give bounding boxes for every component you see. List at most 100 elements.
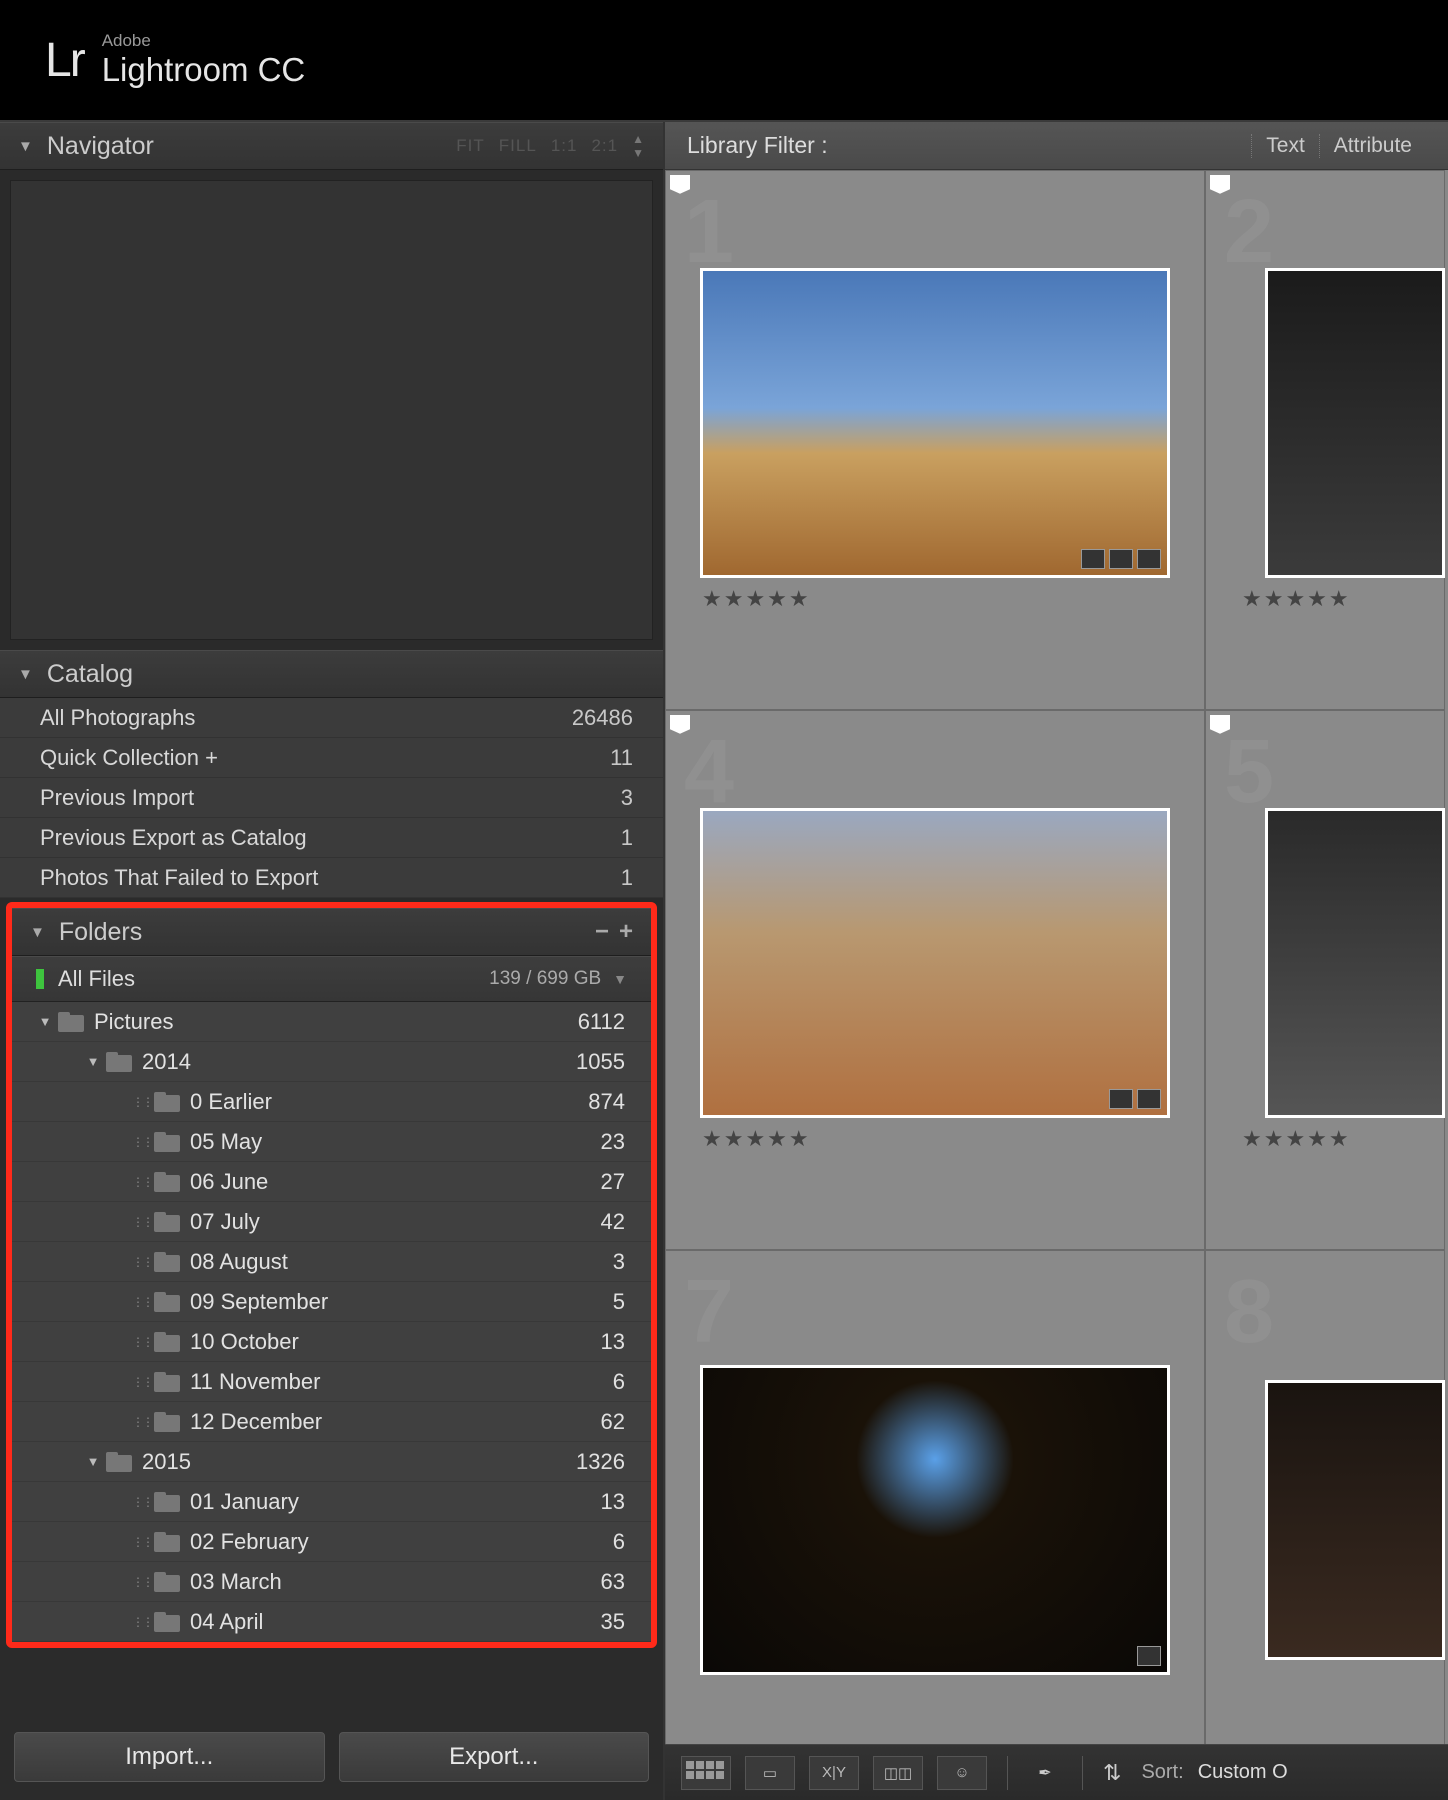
drag-handle-icon[interactable]: ⋮⋮ [132,1255,150,1269]
drag-handle-icon[interactable]: ⋮⋮ [132,1175,150,1189]
drag-handle-icon[interactable]: ⋮⋮ [132,1415,150,1429]
grid-cell[interactable]: 5 ★★★★★ [1205,710,1445,1250]
drag-handle-icon[interactable]: ⋮⋮ [132,1495,150,1509]
chevron-down-icon[interactable]: ▼ [613,971,627,987]
badge-icon[interactable] [1109,549,1133,569]
chevron-down-icon[interactable]: ▼ [36,1014,54,1029]
grid-cell[interactable]: 7 [665,1250,1205,1744]
folder-row[interactable]: ⋮⋮10 October13 [12,1322,651,1362]
catalog-item[interactable]: All Photographs 26486 [0,698,663,738]
chevron-down-icon[interactable]: ▼ [84,1454,102,1469]
drag-handle-icon[interactable]: ⋮⋮ [132,1615,150,1629]
folder-count: 874 [588,1089,625,1115]
badge-icon[interactable] [1109,1089,1133,1109]
view-grid-button[interactable] [681,1756,731,1790]
folder-row[interactable]: ⋮⋮11 November6 [12,1362,651,1402]
catalog-item[interactable]: Previous Import 3 [0,778,663,818]
rating-stars[interactable]: ★★★★★ [702,586,811,612]
folder-row[interactable]: ⋮⋮08 August3 [12,1242,651,1282]
folder-row[interactable]: ▼20141055 [12,1042,651,1082]
folder-row[interactable]: ⋮⋮09 September5 [12,1282,651,1322]
catalog-item-label: Photos That Failed to Export [40,865,318,891]
drag-handle-icon[interactable]: ⋮⋮ [132,1295,150,1309]
view-survey-button[interactable]: ◫◫ [873,1756,923,1790]
zoom-fill[interactable]: FILL [499,136,537,156]
folder-name: 08 August [190,1249,288,1275]
folder-name: 04 April [190,1609,263,1635]
folder-row[interactable]: ⋮⋮02 February6 [12,1522,651,1562]
folder-icon [154,1252,182,1272]
cell-number: 7 [684,1261,734,1364]
folders-panel-header[interactable]: ▼ Folders − + [12,908,651,956]
badge-icon[interactable] [1137,1089,1161,1109]
drag-handle-icon[interactable]: ⋮⋮ [132,1535,150,1549]
navigator-panel-header[interactable]: ▼ Navigator FIT FILL 1:1 2:1 ▲▼ [0,122,663,170]
sort-az-icon[interactable]: ⇅ [1103,1760,1121,1786]
folder-row[interactable]: ⋮⋮01 January13 [12,1482,651,1522]
view-compare-button[interactable]: X|Y [809,1756,859,1790]
folder-add-button[interactable]: + [619,918,633,946]
painter-icon[interactable]: ✒ [1028,1756,1062,1790]
drag-handle-icon[interactable]: ⋮⋮ [132,1135,150,1149]
drag-handle-icon[interactable]: ⋮⋮ [132,1215,150,1229]
disk-row[interactable]: All Files 139 / 699 GB ▼ [12,956,651,1002]
disk-name: All Files [58,966,135,992]
folder-name: 12 December [190,1409,322,1435]
import-button[interactable]: Import... [14,1732,325,1782]
folder-count: 13 [601,1489,625,1515]
zoom-1to1[interactable]: 1:1 [551,136,578,156]
thumbnail[interactable] [1265,1380,1445,1660]
catalog-item-count: 1 [621,825,633,851]
folder-name: 10 October [190,1329,299,1355]
drag-handle-icon[interactable]: ⋮⋮ [132,1095,150,1109]
folder-icon [106,1052,134,1072]
navigator-title: Navigator [47,132,154,161]
drag-handle-icon[interactable]: ⋮⋮ [132,1335,150,1349]
filter-text[interactable]: Text [1251,134,1319,158]
filter-attribute[interactable]: Attribute [1319,134,1426,158]
drag-handle-icon[interactable]: ⋮⋮ [132,1575,150,1589]
folder-row[interactable]: ⋮⋮06 June27 [12,1162,651,1202]
folder-row[interactable]: ⋮⋮03 March63 [12,1562,651,1602]
thumbnail[interactable] [1265,808,1445,1118]
folder-row[interactable]: ▼Pictures6112 [12,1002,651,1042]
folder-icon [154,1412,182,1432]
rating-stars[interactable]: ★★★★★ [1242,1126,1351,1152]
badge-icon[interactable] [1137,549,1161,569]
rating-stars[interactable]: ★★★★★ [1242,586,1351,612]
folder-row[interactable]: ⋮⋮07 July42 [12,1202,651,1242]
thumbnail[interactable] [700,808,1170,1118]
catalog-item[interactable]: Photos That Failed to Export 1 [0,858,663,898]
zoom-2to1[interactable]: 2:1 [591,136,618,156]
drag-handle-icon[interactable]: ⋮⋮ [132,1375,150,1389]
grid-cell[interactable]: 2 ★★★★★ [1205,170,1445,710]
folder-remove-button[interactable]: − [595,918,609,946]
thumbnail[interactable] [700,1365,1170,1675]
badge-icon[interactable] [1137,1646,1161,1666]
grid-cell[interactable]: 1 ★★★★★ [665,170,1205,710]
zoom-fit[interactable]: FIT [456,136,485,156]
chevron-down-icon[interactable]: ▼ [84,1054,102,1069]
folder-row[interactable]: ⋮⋮0 Earlier874 [12,1082,651,1122]
rating-stars[interactable]: ★★★★★ [702,1126,811,1152]
catalog-item[interactable]: Previous Export as Catalog 1 [0,818,663,858]
folder-row[interactable]: ⋮⋮05 May23 [12,1122,651,1162]
folder-count: 5 [613,1289,625,1315]
folders-panel-highlight: ▼ Folders − + All Files 139 / 699 GB ▼ ▼… [6,902,657,1648]
view-loupe-button[interactable]: ▭ [745,1756,795,1790]
thumbnail[interactable] [700,268,1170,578]
thumbnail[interactable] [1265,268,1445,578]
folder-name: Pictures [94,1009,173,1035]
folder-row[interactable]: ▼20151326 [12,1442,651,1482]
folder-row[interactable]: ⋮⋮04 April35 [12,1602,651,1642]
grid-cell[interactable]: 4 ★★★★★ [665,710,1205,1250]
zoom-stepper-icon[interactable]: ▲▼ [632,132,645,160]
catalog-item[interactable]: Quick Collection + 11 [0,738,663,778]
export-button[interactable]: Export... [339,1732,650,1782]
view-people-button[interactable]: ☺ [937,1756,987,1790]
catalog-panel-header[interactable]: ▼ Catalog [0,650,663,698]
folder-row[interactable]: ⋮⋮12 December62 [12,1402,651,1442]
sort-value[interactable]: Custom O [1198,1761,1288,1784]
badge-icon[interactable] [1081,549,1105,569]
grid-cell[interactable]: 8 [1205,1250,1445,1744]
